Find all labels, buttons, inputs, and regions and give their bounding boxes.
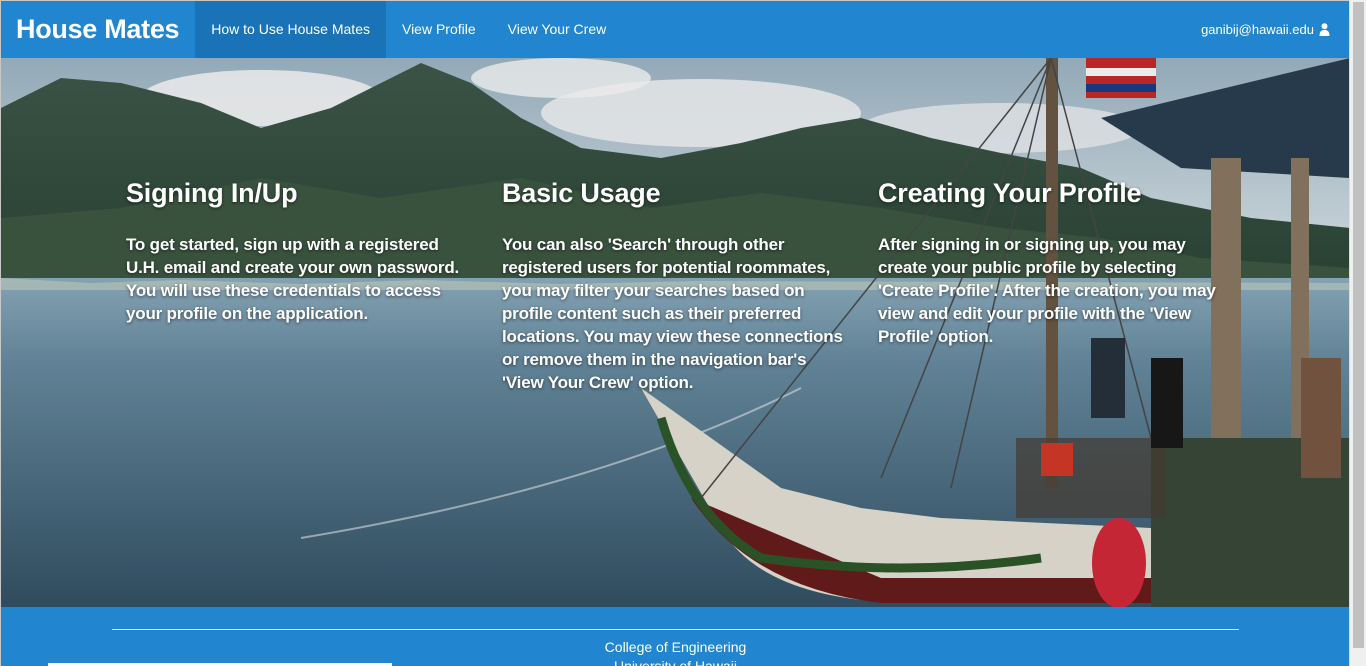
brand-logo[interactable]: House Mates	[1, 1, 195, 58]
nav-item-view-profile[interactable]: View Profile	[386, 1, 492, 58]
section-title: Signing In/Up	[126, 178, 298, 208]
page-footer: College of Engineering University of Haw…	[1, 607, 1349, 666]
nav-item-view-your-crew[interactable]: View Your Crew	[492, 1, 623, 58]
section-title: Basic Usage	[502, 178, 661, 208]
scrollbar-thumb[interactable]	[1353, 2, 1364, 648]
section-body: You can also 'Search' through other regi…	[502, 235, 843, 392]
nav-item-how-to-use[interactable]: How to Use House Mates	[195, 1, 386, 58]
user-menu[interactable]: ganibij@hawaii.edu	[1201, 1, 1349, 58]
section-creating-profile: Creating Your Profile After signing in o…	[878, 178, 1230, 348]
section-body: To get started, sign up with a registere…	[126, 235, 460, 323]
hero-banner: Signing In/Up To get started, sign up wi…	[1, 58, 1349, 607]
vertical-scrollbar[interactable]	[1349, 0, 1366, 666]
browser-viewport: House Mates How to Use House Mates View …	[0, 0, 1349, 666]
section-body: After signing in or signing up, you may …	[878, 235, 1216, 346]
user-email[interactable]: ganibij@hawaii.edu	[1201, 22, 1314, 37]
footer-college: College of Engineering	[604, 639, 747, 655]
footer-divider	[112, 629, 1239, 630]
section-title: Creating Your Profile	[878, 178, 1142, 208]
user-icon[interactable]	[1319, 23, 1330, 36]
section-basic-usage: Basic Usage You can also 'Search' throug…	[502, 178, 847, 394]
top-navbar: House Mates How to Use House Mates View …	[1, 1, 1349, 58]
section-signing-in: Signing In/Up To get started, sign up wi…	[126, 178, 471, 325]
